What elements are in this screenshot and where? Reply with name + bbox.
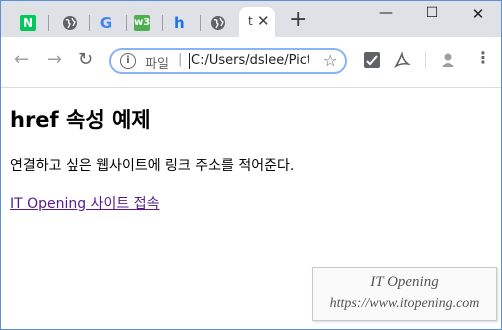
back-arrow-icon[interactable]: ← [14, 51, 29, 69]
profile-avatar-icon[interactable] [439, 51, 457, 69]
tab-h-site[interactable]: h [161, 9, 201, 37]
close-window-button[interactable]: ✕ [455, 5, 501, 29]
tab-strip: N G w3 h t ✕ + — ☐ ✕ [1, 1, 501, 37]
tab-naver[interactable]: N [7, 9, 47, 37]
extension-check-icon[interactable] [363, 51, 381, 69]
scheme-label: 파일 [145, 57, 169, 72]
tab-w3schools[interactable]: w3 [121, 9, 161, 37]
itopening-link[interactable]: IT Opening 사이트 접속 [10, 193, 159, 213]
page-heading: href 속성 예제 [10, 108, 151, 132]
naver-n-icon: N [20, 15, 36, 31]
active-tab-title: t [248, 14, 253, 28]
google-g-icon: G [99, 14, 113, 32]
minimize-button[interactable]: — [363, 5, 409, 29]
pdf-extension-icon[interactable] [393, 51, 411, 69]
maximize-button[interactable]: ☐ [409, 5, 455, 29]
url-text[interactable]: C:/Users/dslee/Pictu [191, 53, 309, 68]
bookmark-star-icon[interactable]: ☆ [323, 51, 337, 70]
text-caret [189, 53, 190, 69]
browser-toolbar: ← → ↻ i 파일 | C:/Users/dslee/Pictu ☆ ⋮ [1, 37, 501, 88]
address-bar[interactable]: i 파일 | C:/Users/dslee/Pictu ☆ [109, 48, 347, 74]
watermark-title: IT Opening [370, 274, 439, 290]
browser-window: N G w3 h t ✕ + — ☐ ✕ ← → ↻ i 파일 | C:/Use… [0, 0, 502, 330]
watermark-box: IT Opening https://www.itopening.com [312, 267, 497, 321]
tab-globe-2[interactable] [197, 9, 237, 37]
globe-icon [63, 16, 77, 30]
tab-globe-1[interactable] [49, 9, 89, 37]
tab-google[interactable]: G [85, 9, 125, 37]
forward-arrow-icon[interactable]: → [47, 51, 62, 69]
h-site-icon: h [174, 14, 185, 32]
new-tab-button[interactable]: + [289, 9, 307, 31]
menu-kebab-icon[interactable]: ⋮ [475, 49, 491, 67]
w3schools-icon: w3 [134, 15, 150, 31]
watermark-url: https://www.itopening.com [329, 296, 480, 311]
close-tab-icon[interactable]: ✕ [257, 12, 270, 30]
toolbar-divider [425, 51, 426, 69]
globe-icon [211, 16, 225, 30]
page-description: 연결하고 싶은 웹사이트에 링크 주소를 적어준다. [10, 158, 295, 174]
info-icon[interactable]: i [120, 53, 136, 69]
tab-active[interactable]: t ✕ [239, 7, 275, 37]
scheme-separator: | [178, 52, 183, 67]
reload-icon[interactable]: ↻ [78, 51, 93, 69]
